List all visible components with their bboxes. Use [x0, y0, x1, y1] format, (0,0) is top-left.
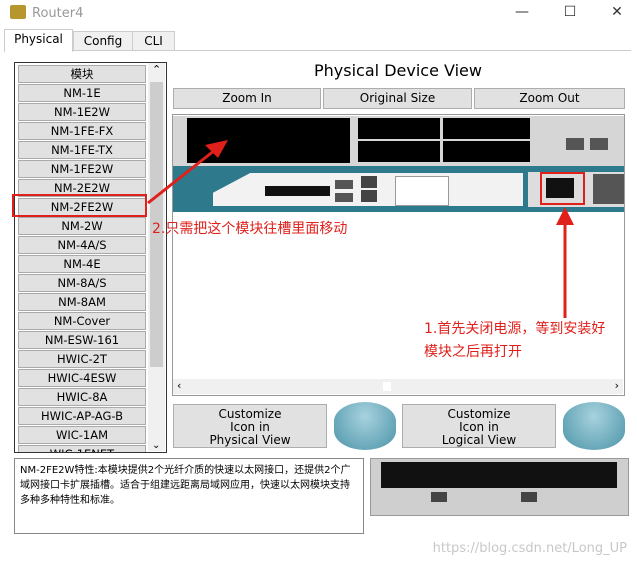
tab-physical[interactable]: Physical: [4, 29, 73, 52]
customize-logical-icon-button[interactable]: Customize Icon in Logical View: [402, 404, 556, 448]
router-icon: [334, 402, 396, 450]
router-icon: [563, 402, 625, 450]
label-line: Logical View: [441, 433, 517, 447]
module-description: NM-2FE2W特性:本模块提供2个光纤介质的快速以太网接口，还提供2个广域网接…: [14, 458, 364, 534]
module-preview-image: [370, 458, 629, 516]
annotation-step2: 2.只需把这个模块往槽里面移动: [152, 221, 348, 237]
annotation-step1-line1: 1.首先关闭电源，等到安装好: [424, 321, 606, 337]
annotation-step1-line2: 模块之后再打开: [424, 344, 522, 360]
label-line: Physical View: [209, 433, 291, 447]
arrow-to-slot: [147, 148, 216, 205]
arrow-head-icon: [556, 207, 574, 225]
watermark: https://blog.csdn.net/Long_UP: [432, 541, 627, 556]
customize-physical-icon-button[interactable]: Customize Icon in Physical View: [173, 404, 327, 448]
